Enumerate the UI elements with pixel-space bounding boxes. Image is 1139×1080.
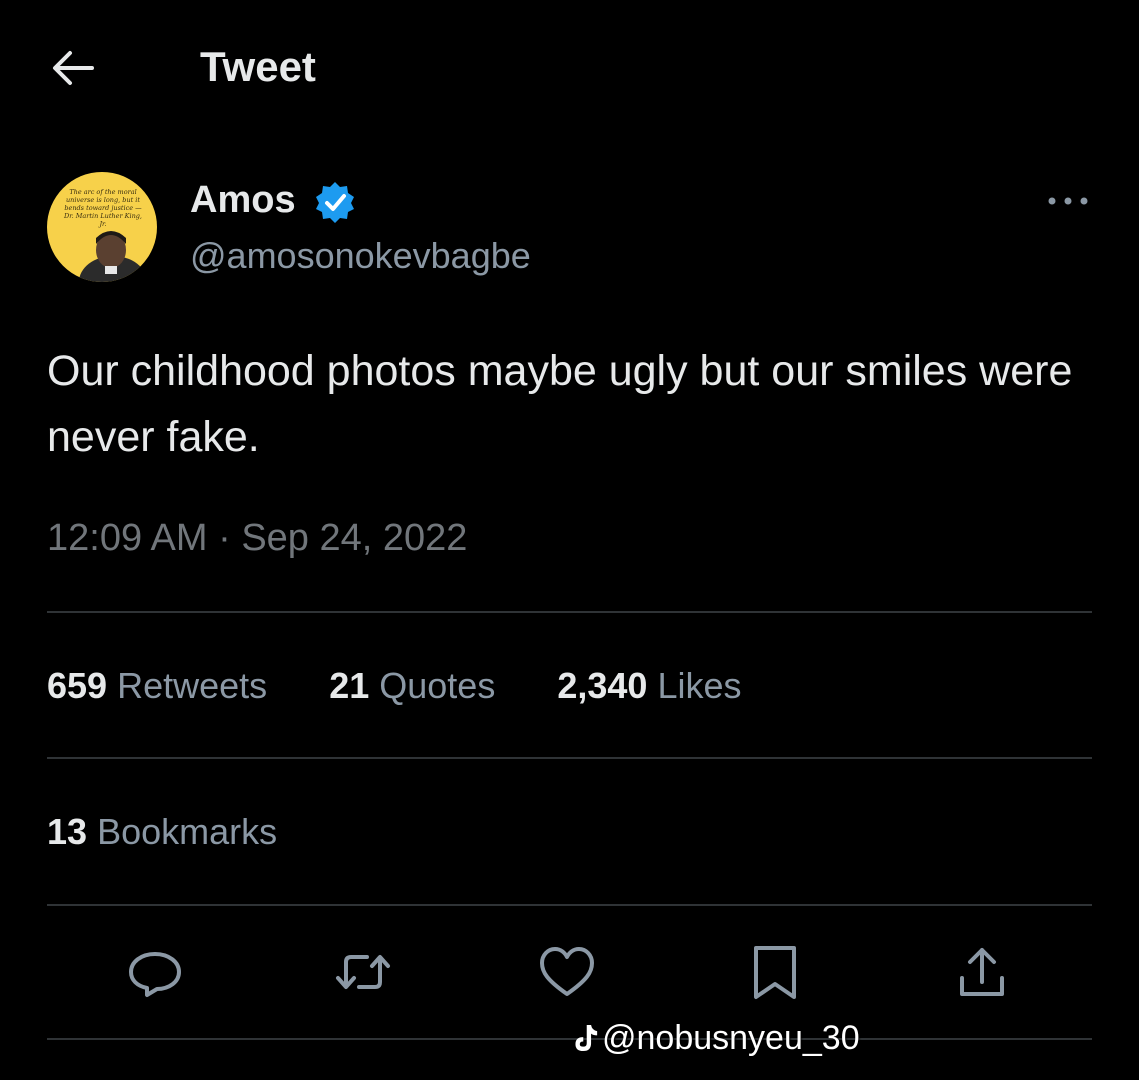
divider bbox=[47, 904, 1092, 906]
tiktok-watermark: @nobusnyeu_30 bbox=[572, 1016, 860, 1060]
like-icon bbox=[540, 947, 594, 996]
likes-stat[interactable]: 2,340 Likes bbox=[557, 664, 741, 708]
share-button[interactable] bbox=[952, 942, 1012, 1002]
author-name[interactable]: Amos bbox=[190, 178, 296, 222]
more-options-button[interactable] bbox=[1046, 186, 1090, 216]
tweet-text: Our childhood photos maybe ugly but our … bbox=[47, 347, 1073, 461]
reply-button[interactable] bbox=[125, 942, 185, 1002]
tiktok-icon bbox=[575, 1025, 598, 1051]
author-handle[interactable]: @amosonokevbagbe bbox=[190, 234, 531, 278]
avatar-portrait bbox=[79, 231, 147, 282]
more-dots-icon bbox=[1048, 197, 1088, 205]
retweet-button[interactable] bbox=[333, 942, 393, 1002]
quotes-stat[interactable]: 21 Quotes bbox=[329, 664, 495, 708]
retweets-stat[interactable]: 659 Retweets bbox=[47, 664, 267, 708]
divider bbox=[47, 1038, 1092, 1040]
tweet-stats: 659 Retweets 21 Quotes 2,340 Likes bbox=[47, 664, 794, 708]
retweet-icon bbox=[336, 955, 390, 989]
bookmarks-count: 13 bbox=[47, 811, 88, 852]
bookmarks-stat[interactable]: 13 Bookmarks bbox=[47, 810, 277, 854]
divider bbox=[47, 757, 1092, 759]
reply-icon bbox=[129, 952, 181, 997]
divider bbox=[47, 611, 1092, 613]
back-button[interactable] bbox=[48, 46, 96, 90]
bookmark-button[interactable] bbox=[745, 942, 805, 1002]
avatar[interactable]: The arc of the moral universe is long, b… bbox=[47, 172, 157, 282]
share-icon bbox=[960, 948, 1004, 996]
tweet-timestamp[interactable]: 12:09 AM · Sep 24, 2022 bbox=[47, 514, 467, 562]
page-title: Tweet bbox=[200, 43, 316, 90]
bookmarks-label: Bookmarks bbox=[97, 811, 278, 852]
arrow-left-icon bbox=[53, 51, 94, 85]
bookmark-icon bbox=[754, 946, 796, 999]
verified-badge-icon bbox=[313, 180, 357, 224]
like-button[interactable] bbox=[537, 942, 597, 1002]
watermark-text: @nobusnyeu_30 bbox=[602, 1019, 860, 1057]
